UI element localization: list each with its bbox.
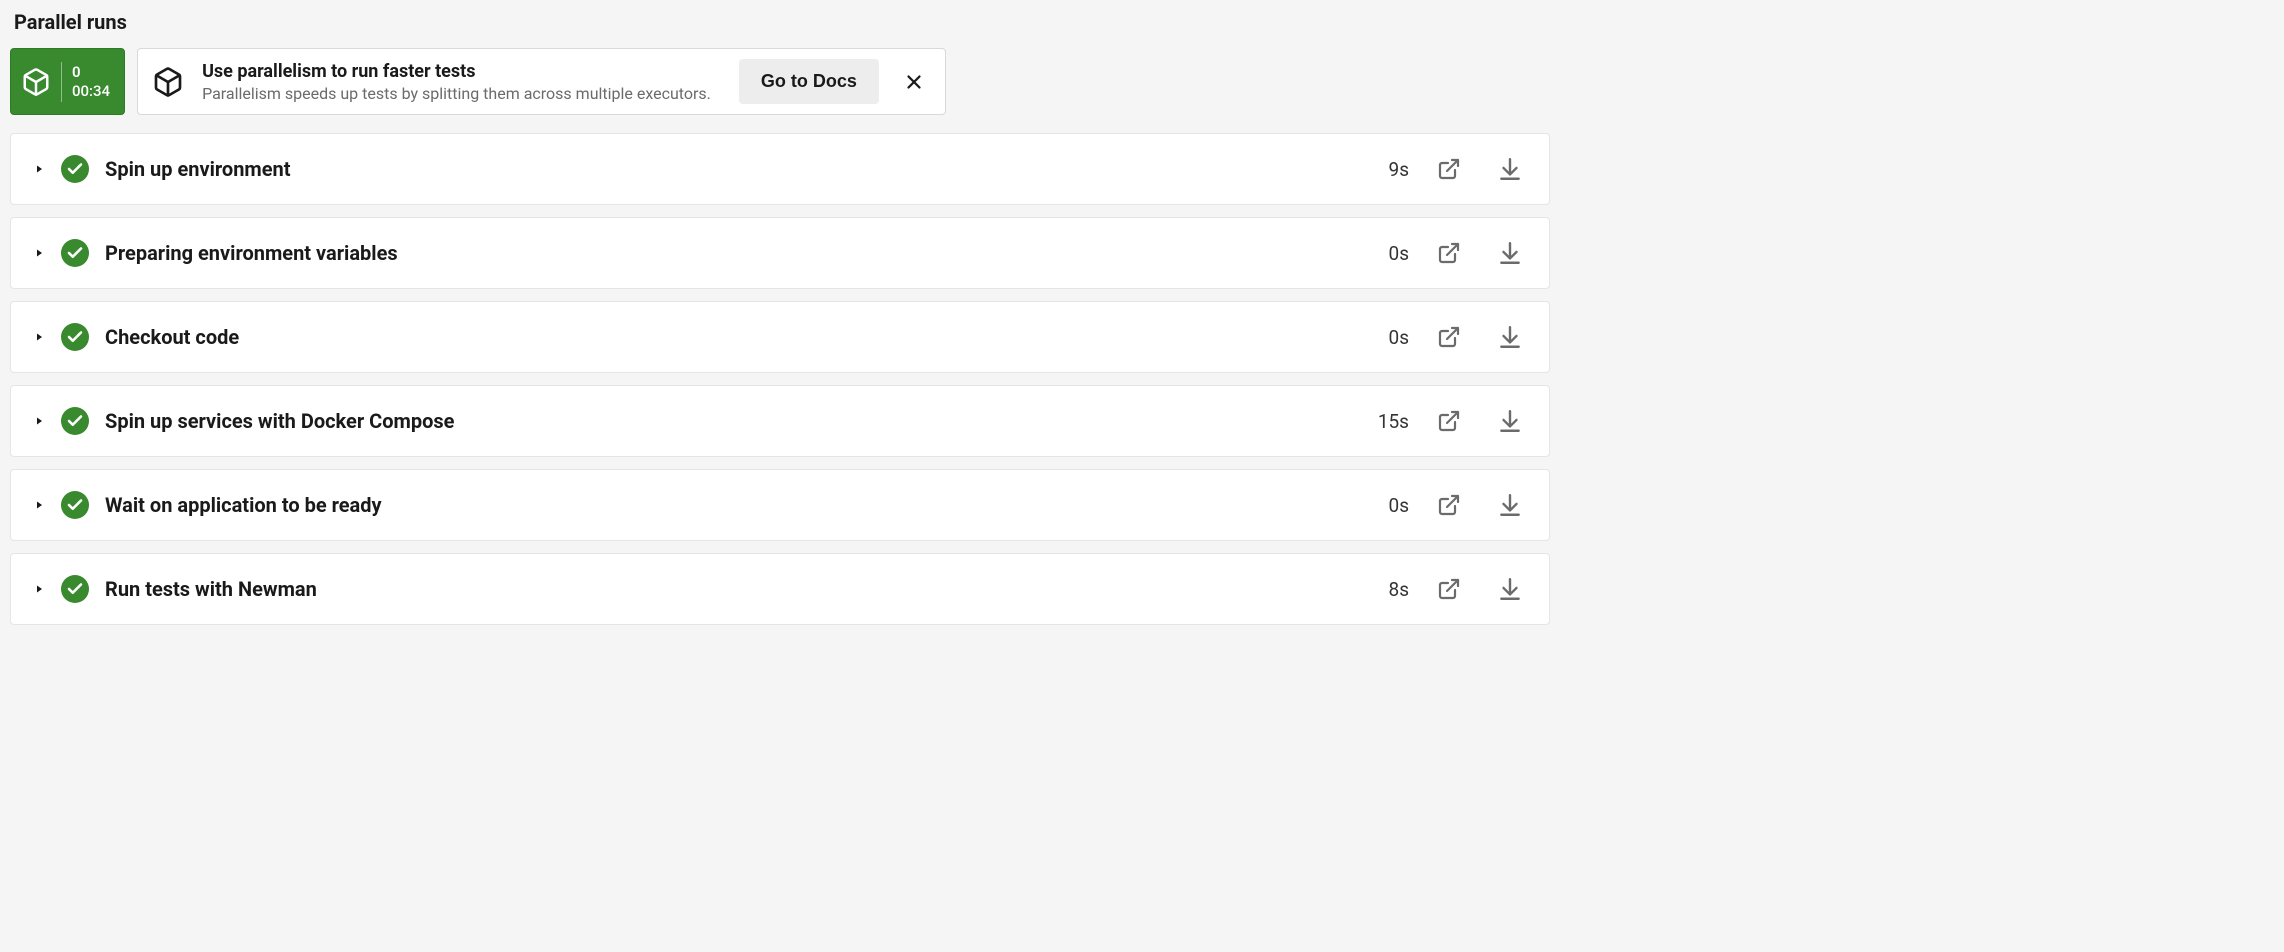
run-badge[interactable]: 0 00:34 — [10, 48, 125, 115]
step-row[interactable]: Spin up environment 9s — [10, 133, 1550, 205]
success-check-icon — [61, 323, 89, 351]
step-row[interactable]: Wait on application to be ready 0s — [10, 469, 1550, 541]
close-icon — [903, 71, 925, 93]
success-check-icon — [61, 407, 89, 435]
download-button[interactable] — [1493, 236, 1527, 270]
download-icon — [1497, 156, 1523, 182]
success-check-icon — [61, 491, 89, 519]
step-row[interactable]: Checkout code 0s — [10, 301, 1550, 373]
step-duration: 8s — [1389, 578, 1409, 601]
external-link-icon — [1437, 157, 1461, 181]
steps-list: Spin up environment 9s Preparing environme… — [10, 133, 1550, 625]
download-button[interactable] — [1493, 404, 1527, 438]
open-external-button[interactable] — [1433, 573, 1465, 605]
separator — [61, 62, 62, 102]
external-link-icon — [1437, 241, 1461, 265]
download-icon — [1497, 240, 1523, 266]
run-index: 0 — [72, 64, 110, 81]
step-row[interactable]: Spin up services with Docker Compose 15s — [10, 385, 1550, 457]
expand-chevron-icon[interactable] — [33, 583, 45, 595]
download-icon — [1497, 576, 1523, 602]
expand-chevron-icon[interactable] — [33, 499, 45, 511]
expand-chevron-icon[interactable] — [33, 415, 45, 427]
download-icon — [1497, 324, 1523, 350]
step-duration: 0s — [1389, 242, 1409, 265]
expand-chevron-icon[interactable] — [33, 331, 45, 343]
tip-title: Use parallelism to run faster tests — [202, 61, 711, 82]
step-duration: 9s — [1389, 158, 1409, 181]
open-external-button[interactable] — [1433, 405, 1465, 437]
step-duration: 15s — [1378, 410, 1409, 433]
tip-text: Use parallelism to run faster tests Para… — [202, 61, 711, 103]
success-check-icon — [61, 155, 89, 183]
expand-chevron-icon[interactable] — [33, 163, 45, 175]
step-title: Spin up services with Docker Compose — [105, 409, 1362, 433]
box-icon — [152, 66, 184, 98]
download-button[interactable] — [1493, 320, 1527, 354]
close-tip-button[interactable] — [897, 65, 931, 99]
box-icon — [21, 67, 51, 97]
download-icon — [1497, 408, 1523, 434]
open-external-button[interactable] — [1433, 153, 1465, 185]
success-check-icon — [61, 239, 89, 267]
external-link-icon — [1437, 493, 1461, 517]
section-title: Parallel runs — [14, 10, 1550, 34]
step-row[interactable]: Run tests with Newman 8s — [10, 553, 1550, 625]
step-title: Wait on application to be ready — [105, 493, 1373, 517]
expand-chevron-icon[interactable] — [33, 247, 45, 259]
download-button[interactable] — [1493, 152, 1527, 186]
step-duration: 0s — [1389, 326, 1409, 349]
step-title: Spin up environment — [105, 157, 1373, 181]
step-duration: 0s — [1389, 494, 1409, 517]
external-link-icon — [1437, 577, 1461, 601]
step-row[interactable]: Preparing environment variables 0s — [10, 217, 1550, 289]
download-icon — [1497, 492, 1523, 518]
tip-card: Use parallelism to run faster tests Para… — [137, 48, 946, 115]
run-time: 00:34 — [72, 83, 110, 100]
external-link-icon — [1437, 325, 1461, 349]
download-button[interactable] — [1493, 488, 1527, 522]
run-stats: 0 00:34 — [72, 64, 110, 99]
success-check-icon — [61, 575, 89, 603]
download-button[interactable] — [1493, 572, 1527, 606]
header-row: 0 00:34 Use parallelism to run faster te… — [10, 48, 1550, 115]
external-link-icon — [1437, 409, 1461, 433]
step-title: Preparing environment variables — [105, 241, 1373, 265]
tip-subtitle: Parallelism speeds up tests by splitting… — [202, 84, 711, 103]
step-title: Checkout code — [105, 325, 1373, 349]
open-external-button[interactable] — [1433, 489, 1465, 521]
open-external-button[interactable] — [1433, 237, 1465, 269]
go-to-docs-button[interactable]: Go to Docs — [739, 59, 879, 104]
step-title: Run tests with Newman — [105, 577, 1373, 601]
open-external-button[interactable] — [1433, 321, 1465, 353]
